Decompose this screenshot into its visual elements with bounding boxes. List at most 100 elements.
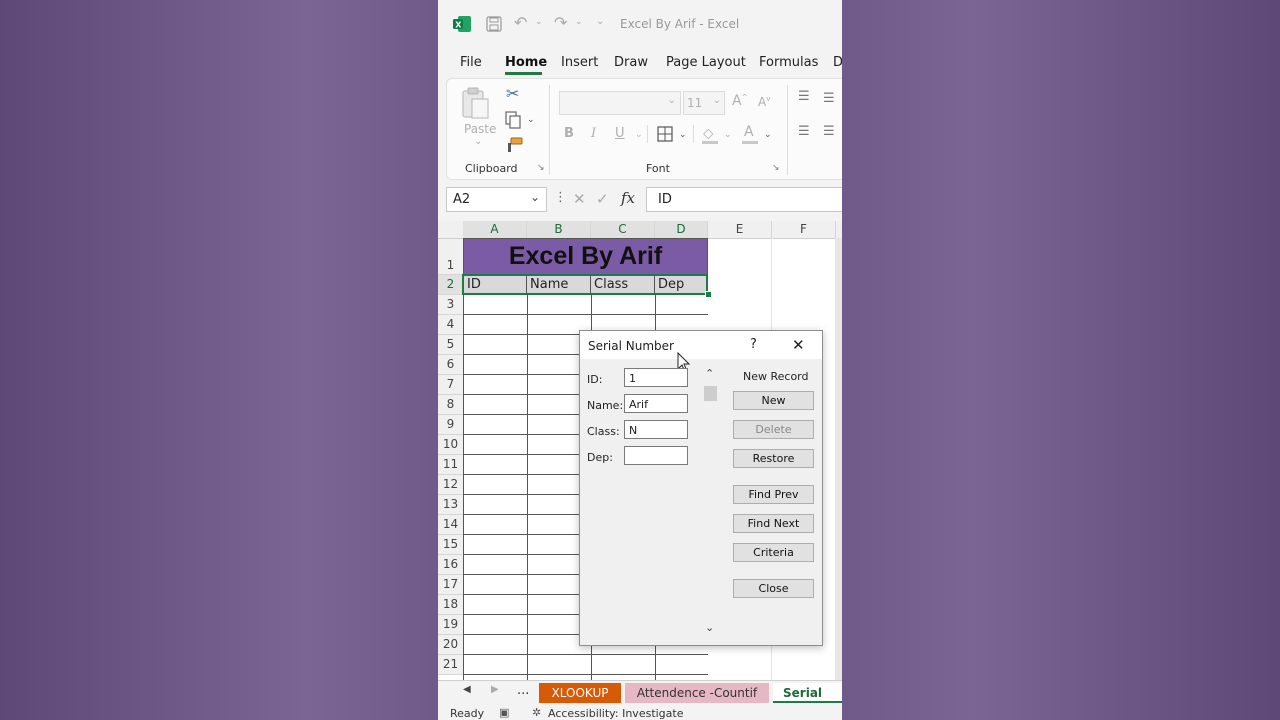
close-button[interactable]: Close [733,579,814,598]
delete-button[interactable]: Delete [733,420,814,439]
sheet-tab-serial-number[interactable]: Serial Nu [773,683,842,720]
fill-color-icon[interactable]: ⬦ [703,124,714,142]
more-sheets-button[interactable]: ... [517,683,529,698]
field-input-dep[interactable] [624,446,688,465]
borders-icon[interactable] [657,126,673,142]
sheet-tab-xlookup[interactable]: XLOOKUP [539,683,621,703]
column-header-g-partial[interactable] [836,221,842,239]
customize-qat-icon[interactable]: ⌄ [596,16,604,27]
row-header-20[interactable]: 20 [438,635,464,655]
font-name-box[interactable]: ⌄ [559,91,681,115]
row-header-1[interactable]: 1 [438,239,464,275]
restore-button[interactable]: Restore [733,449,814,468]
font-launcher-icon[interactable]: ↘ [772,163,780,173]
scroll-up-icon[interactable]: ⌃ [705,367,714,380]
undo-icon[interactable]: ↶ [514,13,527,32]
tab-draw[interactable]: Draw [614,55,648,70]
name-box-dropdown-icon[interactable]: ⌄ [530,190,540,204]
cancel-entry-icon[interactable]: ✕ [573,190,586,208]
copy-icon[interactable] [505,111,523,129]
increase-font-icon[interactable]: A^ [732,93,747,109]
record-scrollbar[interactable]: ⌃ ⌄ [703,367,718,637]
scroll-down-icon[interactable]: ⌄ [705,621,714,634]
find-next-button[interactable]: Find Next [733,514,814,533]
format-painter-icon[interactable] [506,137,523,153]
row-header-15[interactable]: 15 [438,535,464,555]
font-size-box[interactable]: 11 ⌄ [683,91,725,115]
tab-home[interactable]: Home [505,55,547,70]
tab-file[interactable]: File [460,55,482,70]
select-all-corner[interactable] [438,221,464,239]
cut-icon[interactable]: ✂ [506,84,519,103]
help-button[interactable]: ? [750,337,757,352]
row-header-8[interactable]: 8 [438,395,464,415]
new-button[interactable]: New [733,391,814,410]
scroll-tabs-right-icon[interactable]: ▶ [491,684,499,695]
scroll-tabs-left-icon[interactable]: ◀ [463,684,471,695]
criteria-button[interactable]: Criteria [733,543,814,562]
italic-icon[interactable]: I [591,126,596,141]
row-header-7[interactable]: 7 [438,375,464,395]
tab-data-partial[interactable]: D [833,55,842,70]
row-header-19[interactable]: 19 [438,615,464,635]
paste-dropdown-icon[interactable]: ⌄ [474,136,482,147]
row-header-4[interactable]: 4 [438,315,464,335]
row-header-11[interactable]: 11 [438,455,464,475]
dialog-close-icon[interactable]: ✕ [792,336,805,354]
row-header-13[interactable]: 13 [438,495,464,515]
accessibility-icon[interactable]: ✲ [532,706,541,719]
clipboard-launcher-icon[interactable]: ↘ [537,163,545,173]
tab-page-layout[interactable]: Page Layout [666,55,746,70]
align-center-icon[interactable]: ☰ [823,124,835,139]
row-header-5[interactable]: 5 [438,335,464,355]
scroll-thumb[interactable] [704,386,717,401]
find-prev-button[interactable]: Find Prev [733,485,814,504]
sheet-title-cell[interactable]: Excel By Arif [463,238,708,275]
row-header-12[interactable]: 12 [438,475,464,495]
paste-icon[interactable] [460,87,490,119]
field-input-id[interactable]: 1 [624,368,688,387]
formula-input[interactable]: ID [646,187,842,212]
row-header-2[interactable]: 2 [438,275,464,295]
row-header-9[interactable]: 9 [438,415,464,435]
row-header-17[interactable]: 17 [438,575,464,595]
macro-record-icon[interactable]: ▣ [499,706,509,719]
fill-color-dropdown-icon[interactable]: ⌄ [724,130,732,140]
redo-icon[interactable]: ↷ [554,13,567,32]
formula-bar-options-icon[interactable]: ⋮ [554,190,567,205]
tab-formulas[interactable]: Formulas [759,55,818,70]
column-header-e[interactable]: E [708,221,772,239]
field-input-class[interactable]: N [624,420,688,439]
borders-dropdown-icon[interactable]: ⌄ [679,130,687,140]
row-header-10[interactable]: 10 [438,435,464,455]
save-icon[interactable] [486,16,502,32]
underline-icon[interactable]: U [615,126,625,141]
row-header-18[interactable]: 18 [438,595,464,615]
confirm-entry-icon[interactable]: ✓ [596,190,609,208]
tab-insert[interactable]: Insert [561,55,598,70]
column-header-f[interactable]: F [772,221,836,239]
copy-dropdown-icon[interactable]: ⌄ [527,115,535,125]
row-header-14[interactable]: 14 [438,515,464,535]
field-input-name[interactable]: Arif [624,394,688,413]
underline-dropdown-icon[interactable]: ⌄ [635,130,643,140]
redo-dropdown-icon[interactable]: ⌄ [575,17,583,27]
row-header-3[interactable]: 3 [438,295,464,315]
font-size-dropdown-icon[interactable]: ⌄ [713,95,721,106]
middle-align-icon[interactable]: ☰ [823,91,835,106]
row-header-21[interactable]: 21 [438,655,464,675]
font-color-icon[interactable]: A [744,124,754,140]
insert-function-icon[interactable]: fx [621,189,635,207]
accessibility-status[interactable]: Accessibility: Investigate [548,707,684,720]
align-left-icon[interactable]: ☰ [798,124,810,139]
top-align-icon[interactable]: ☰ [798,89,810,104]
paste-label[interactable]: Paste [464,122,496,136]
sheet-tab-attendence[interactable]: Attendence -Countif [625,683,769,703]
decrease-font-icon[interactable]: Av [758,95,770,109]
bold-icon[interactable]: B [564,126,574,141]
row-header-16[interactable]: 16 [438,555,464,575]
font-name-dropdown-icon[interactable]: ⌄ [668,95,676,106]
row-header-6[interactable]: 6 [438,355,464,375]
undo-dropdown-icon[interactable]: ⌄ [535,17,543,27]
font-color-dropdown-icon[interactable]: ⌄ [764,130,772,140]
